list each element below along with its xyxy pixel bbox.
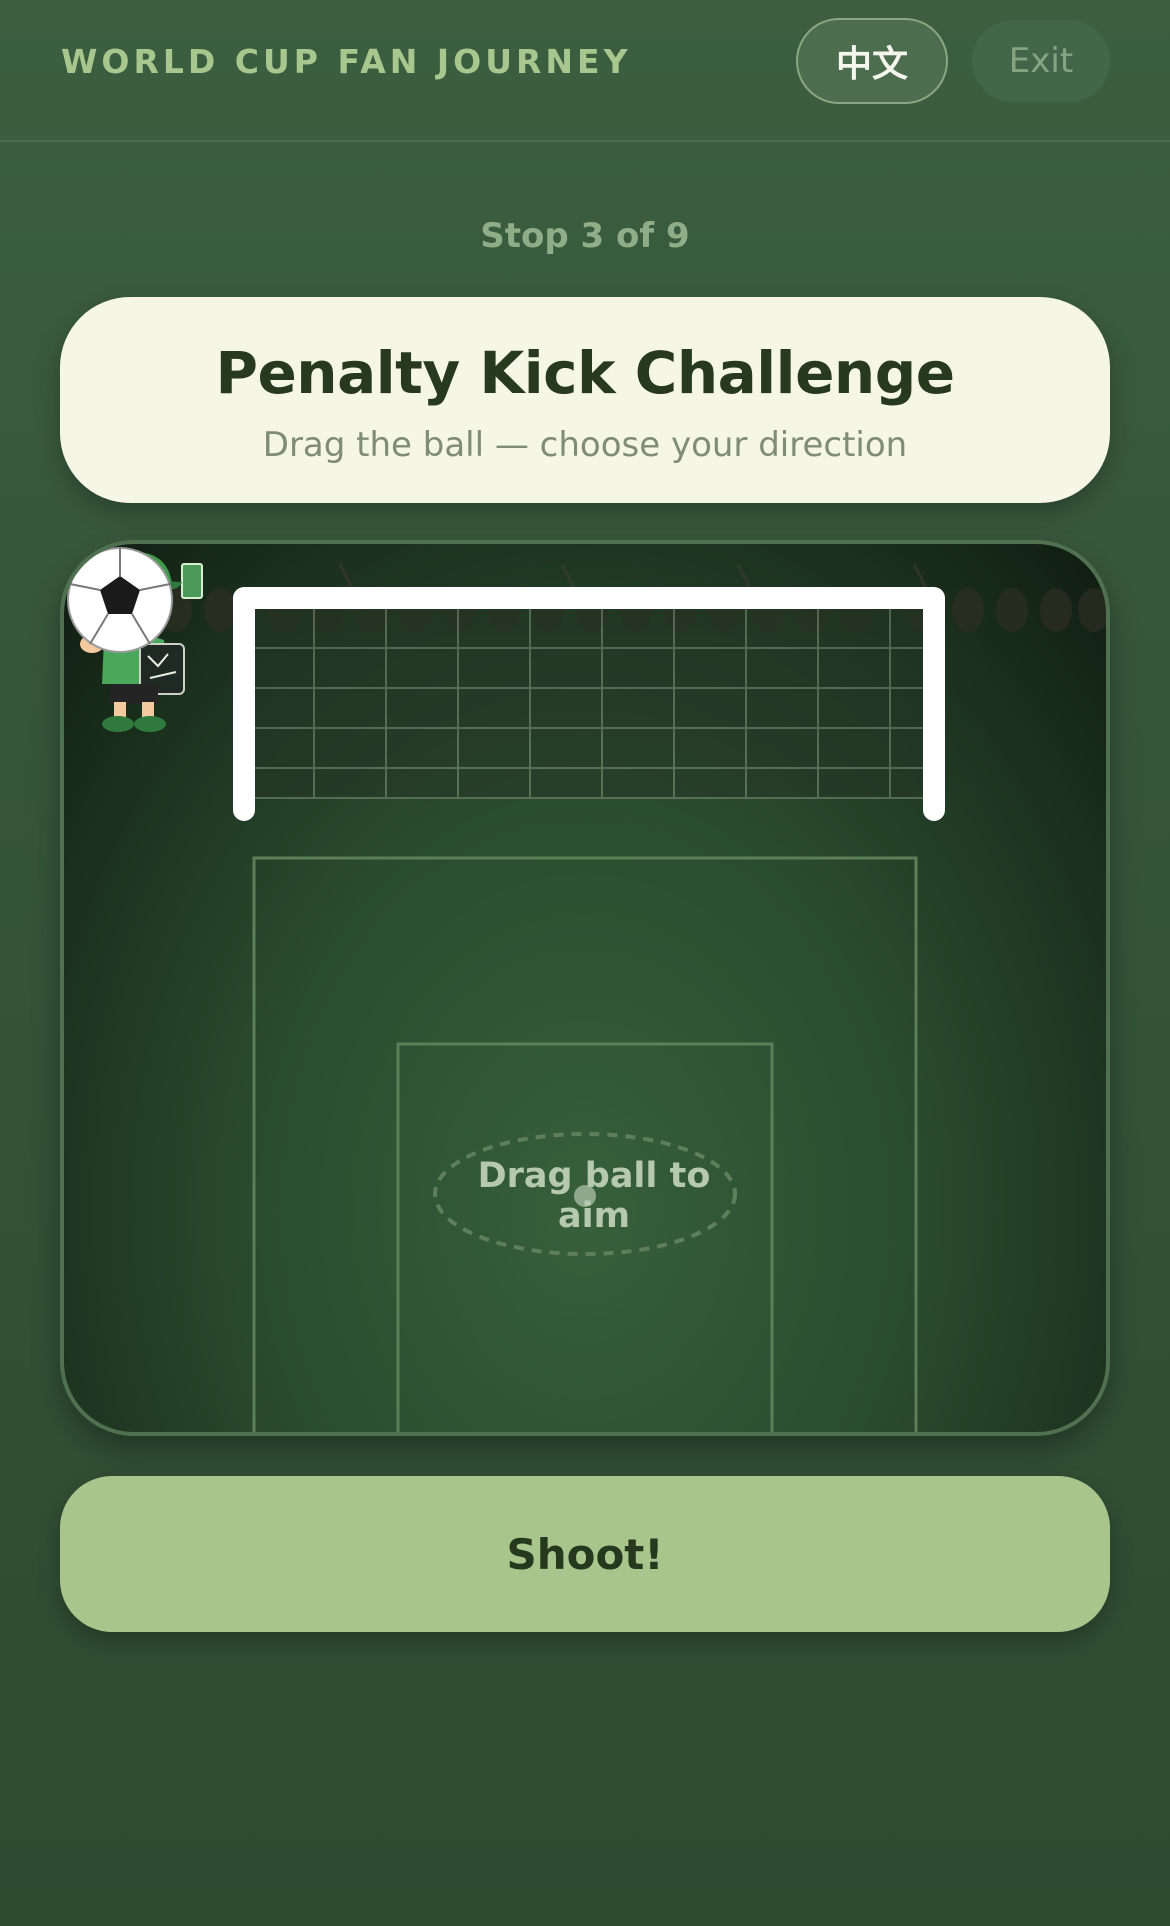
challenge-title: Penalty Kick Challenge (215, 339, 955, 407)
penalty-field: Drag ball to aim (60, 540, 1110, 1436)
shoot-button[interactable]: Shoot! (60, 1476, 1110, 1632)
drag-hint-text: Drag ball to aim (477, 1156, 711, 1236)
challenge-subtitle: Drag the ball — choose your direction (262, 425, 908, 465)
goal-net (241, 607, 937, 799)
pitch-markings (252, 856, 918, 1432)
language-toggle-button[interactable]: 中文 (796, 18, 948, 104)
exit-button[interactable]: Exit (972, 20, 1110, 102)
stop-progress-label: Stop 3 of 9 (480, 216, 690, 256)
challenge-card: Penalty Kick Challenge Drag the ball — c… (60, 297, 1110, 503)
app-header: WORLD CUP FAN JOURNEY 中文 Exit (0, 0, 1170, 142)
soccer-ball-icon[interactable] (64, 544, 176, 656)
pitch-graphics (72, 563, 1106, 1432)
app-title: WORLD CUP FAN JOURNEY (61, 42, 632, 81)
